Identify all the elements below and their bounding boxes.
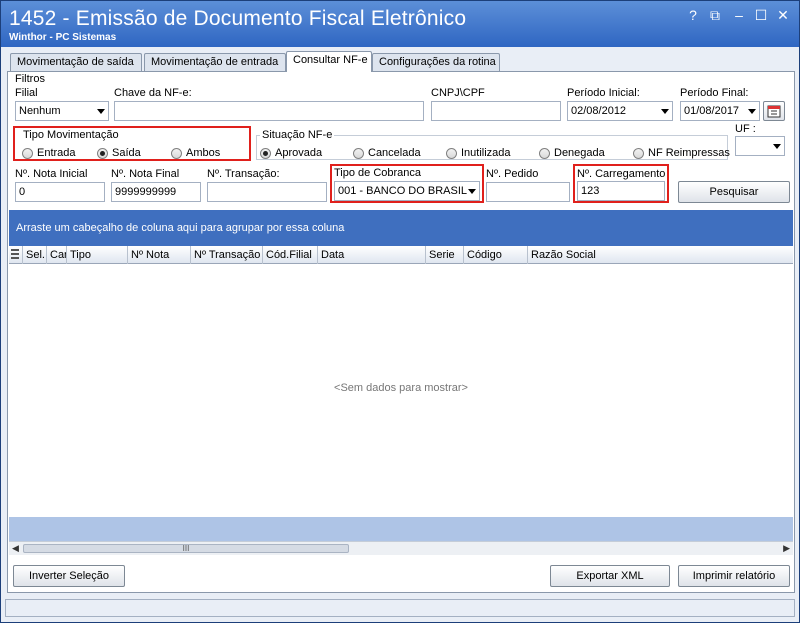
window-subtitle: Winthor - PC Sistemas: [9, 32, 117, 43]
pedido-input[interactable]: [486, 182, 570, 202]
radio-inutilizada-label: Inutilizada: [461, 147, 511, 159]
carregamento-input[interactable]: 123: [577, 181, 665, 201]
chevron-down-icon: [97, 109, 105, 114]
tipo-movimentacao-label: Tipo Movimentação: [23, 129, 119, 141]
radio-cancelada-label: Cancelada: [368, 147, 421, 159]
window-title: 1452 - Emissão de Documento Fiscal Eletr…: [9, 7, 467, 30]
periodo-inicial-label: Período Inicial:: [567, 87, 640, 99]
radio-aprovada-label: Aprovada: [275, 147, 323, 159]
column-codigo[interactable]: Código: [464, 246, 528, 264]
radio-off-icon: [539, 148, 550, 159]
title-bar: 1452 - Emissão de Documento Fiscal Eletr…: [1, 1, 799, 47]
periodo-final-input[interactable]: 01/08/2017: [680, 101, 760, 121]
filtros-label: Filtros: [15, 73, 45, 85]
radio-off-icon: [171, 148, 182, 159]
nota-final-label: Nº. Nota Final: [111, 168, 180, 180]
maximize-icon[interactable]: ☐: [753, 7, 769, 23]
pedido-label: Nº. Pedido: [486, 168, 539, 180]
column-tipo[interactable]: Tipo: [67, 246, 128, 264]
cnpj-input[interactable]: [431, 101, 561, 121]
column-car[interactable]: Car: [47, 246, 67, 264]
column-chooser-icon[interactable]: [9, 246, 23, 264]
radio-nf-reimpressas-label: NF Reimpressas: [648, 147, 730, 159]
chevron-down-icon: [773, 144, 781, 149]
chevron-down-icon: [748, 109, 756, 114]
periodo-final-label: Período Final:: [680, 87, 749, 99]
column-serie[interactable]: Serie: [426, 246, 464, 264]
restore-icon[interactable]: ⧉: [707, 7, 723, 23]
scroll-left-icon[interactable]: ◀: [12, 543, 19, 554]
group-by-hint: Arraste um cabeçalho de coluna aqui para…: [16, 222, 345, 234]
app-window: 1452 - Emissão de Documento Fiscal Eletr…: [0, 0, 800, 623]
tab-movimentacao-entrada[interactable]: Movimentação de entrada: [144, 53, 286, 72]
tab-movimentacao-saida[interactable]: Movimentação de saída: [10, 53, 142, 72]
uf-select[interactable]: [735, 136, 785, 156]
radio-saida-label: Saída: [112, 147, 141, 159]
horizontal-scrollbar[interactable]: ◀ III ▶: [9, 541, 793, 555]
transacao-input[interactable]: [207, 182, 327, 202]
radio-off-icon: [353, 148, 364, 159]
carregamento-label: Nº. Carregamento: [577, 168, 666, 180]
chevron-down-icon: [661, 109, 669, 114]
nota-final-input[interactable]: 9999999999: [111, 182, 201, 202]
radio-off-icon: [633, 148, 644, 159]
tipo-cobranca-label: Tipo de Cobranca: [334, 167, 422, 179]
scroll-right-icon[interactable]: ▶: [783, 543, 790, 554]
calendar-icon: [767, 105, 781, 118]
nota-inicial-input[interactable]: 0: [15, 182, 105, 202]
radio-entrada-label: Entrada: [37, 147, 76, 159]
grid-empty-message: <Sem dados para mostrar>: [334, 382, 468, 394]
radio-off-icon: [446, 148, 457, 159]
column-razao-social[interactable]: Razão Social: [528, 246, 792, 264]
transacao-label: Nº. Transação:: [207, 168, 280, 180]
column-n-nota[interactable]: Nº Nota: [128, 246, 191, 264]
scroll-thumb[interactable]: III: [23, 544, 349, 553]
tipo-cobranca-select[interactable]: 001 - BANCO DO BRASIL -: [334, 181, 480, 201]
radio-denegada-label: Denegada: [554, 147, 605, 159]
radio-on-icon: [97, 148, 108, 159]
grid-menu-icon: [11, 249, 19, 259]
scroll-grip: III: [182, 544, 190, 553]
column-sel[interactable]: Sel.: [23, 246, 47, 264]
filial-value: Nenhum: [19, 105, 61, 117]
filial-label: Filial: [15, 87, 38, 99]
inverter-selecao-button[interactable]: Inverter Seleção: [13, 565, 125, 587]
close-icon[interactable]: ✕: [775, 7, 791, 23]
chave-label: Chave da NF-e:: [114, 87, 192, 99]
chevron-down-icon: [468, 189, 476, 194]
radio-on-icon: [260, 148, 271, 159]
calendar-button[interactable]: [763, 101, 785, 121]
pesquisar-button[interactable]: Pesquisar: [678, 181, 790, 203]
tab-configuracoes-rotina[interactable]: Configurações da rotina: [372, 53, 500, 72]
minimize-icon[interactable]: –: [731, 7, 747, 23]
chave-input[interactable]: [114, 101, 424, 121]
nota-inicial-label: Nº. Nota Inicial: [15, 168, 88, 180]
radio-off-icon: [22, 148, 33, 159]
tab-consultar-nfe[interactable]: Consultar NF-e: [286, 51, 372, 72]
periodo-inicial-value: 02/08/2012: [571, 105, 627, 117]
help-icon[interactable]: ?: [685, 7, 701, 23]
consultar-nfe-panel: Filtros Filial Nenhum Chave da NF-e: CNP…: [7, 71, 795, 593]
tipo-cobranca-value: 001 - BANCO DO BRASIL -: [338, 185, 474, 197]
grid-header: Sel. Car Tipo Nº Nota Nº Transação Cód.F…: [9, 246, 793, 264]
periodo-inicial-input[interactable]: 02/08/2012: [567, 101, 673, 121]
grid-footer: [9, 517, 793, 541]
situacao-label: Situação NF-e: [260, 129, 335, 141]
imprimir-relatorio-button[interactable]: Imprimir relatório: [678, 565, 790, 587]
status-bar: [5, 599, 795, 617]
column-n-transacao[interactable]: Nº Transação: [191, 246, 263, 264]
cnpj-label: CNPJ\CPF: [431, 87, 485, 99]
filial-select[interactable]: Nenhum: [15, 101, 109, 121]
exportar-xml-button[interactable]: Exportar XML: [550, 565, 670, 587]
uf-label: UF :: [735, 123, 756, 135]
radio-ambos-label: Ambos: [186, 147, 221, 159]
column-cod-filial[interactable]: Cód.Filial: [263, 246, 318, 264]
column-data[interactable]: Data: [318, 246, 426, 264]
group-by-area[interactable]: Arraste um cabeçalho de coluna aqui para…: [9, 210, 793, 246]
periodo-final-value: 01/08/2017: [684, 105, 740, 117]
